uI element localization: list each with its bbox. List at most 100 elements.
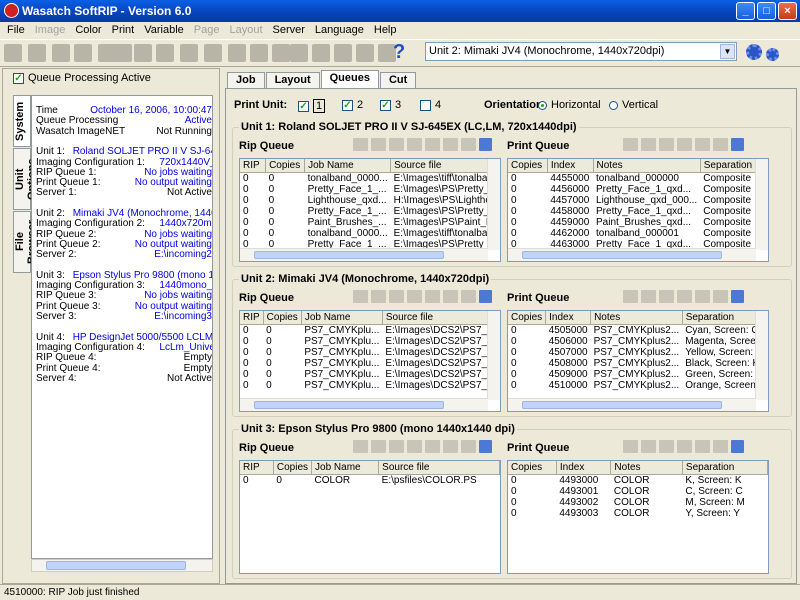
queue-tool-icon[interactable] [389,290,404,303]
queue-settings-icon[interactable] [479,440,492,453]
table-row[interactable]: 0 0 PS7_CMYKplu... E:\Images\DCS2\PS7_CMYKp [240,369,500,380]
vertical-scrollbar[interactable] [755,159,768,250]
queue-tool-icon[interactable] [407,138,422,151]
unit-select[interactable]: Unit 2: Mimaki JV4 (Monochrome, 1440x720… [425,42,737,61]
toolbar-icon-0[interactable] [4,44,22,62]
vtab-file-browser[interactable]: File Browser [13,211,38,273]
toolbar-icon-3[interactable] [74,44,92,62]
table-row[interactable]: 0 0 PS7_CMYKplu... E:\Images\DCS2\PS7_CMYKp [240,358,500,369]
print-queue-grid[interactable]: Copies Index Notes Separation 0 4455000 tonalb… [507,158,769,262]
rip-col-header[interactable]: RIP [240,461,274,475]
table-row[interactable]: 0 4462000 tonalband_000001 Composite [508,228,768,239]
toolbar-icon-9[interactable] [204,44,222,62]
scroll-thumb[interactable] [522,251,722,259]
toolbar-icon-13[interactable] [290,44,308,62]
queue-tool-icon[interactable] [425,440,440,453]
menu-item-server[interactable]: Server [268,22,310,39]
queue-tool-icon[interactable] [407,440,422,453]
menu-item-print[interactable]: Print [107,22,140,39]
table-row[interactable]: 0 0 COLOR E:\psfiles\COLOR.PS [240,475,500,487]
close-button[interactable]: × [778,2,797,20]
queue-tool-icon[interactable] [461,138,476,151]
queue-tool-icon[interactable] [695,138,710,151]
rip-col-header[interactable]: Job Name [311,461,380,475]
queue-tool-icon[interactable] [623,290,638,303]
queue-tool-icon[interactable] [371,440,386,453]
queue-processing-checkbox[interactable]: ✓ Queue Processing Active [13,72,151,84]
horizontal-scrollbar[interactable] [240,248,488,261]
tab-cut[interactable]: Cut [379,72,417,88]
toolbar-icon-12[interactable] [272,44,290,62]
help-icon[interactable]: ? [393,41,409,63]
rip-col-header[interactable]: Source file [378,461,500,475]
table-row[interactable]: 0 0 Pretty_Face_1_... E:\Images\PS\Pretty_ [240,184,500,195]
menu-item-color[interactable]: Color [70,22,106,39]
vertical-scrollbar[interactable] [755,311,768,400]
vtab-unit-options[interactable]: Unit Options [13,148,38,210]
queue-tool-icon[interactable] [371,138,386,151]
table-row[interactable]: 0 0 tonalband_0000... E:\Images\tiff\tonalb… [240,228,500,239]
print-col-header[interactable]: Index [545,311,592,325]
queue-tool-icon[interactable] [641,440,656,453]
checkbox-icon[interactable]: ✓ [13,72,24,84]
print-col-header[interactable]: Copies [508,311,547,325]
table-row[interactable]: 0 4493001 COLOR C, Screen: C [508,486,768,497]
minimize-button[interactable]: _ [736,2,755,20]
horizontal-scrollbar[interactable] [31,559,213,572]
table-row[interactable]: 0 4508000 PS7_CMYKplus2... Black, Screen: K [508,358,768,369]
horizontal-scrollbar[interactable] [508,248,756,261]
rip-col-header[interactable]: Job Name [304,159,392,173]
vertical-scrollbar[interactable] [487,159,500,250]
queue-tool-icon[interactable] [659,138,674,151]
print-col-header[interactable]: Copies [508,461,557,475]
tab-queues[interactable]: Queues [320,70,379,88]
queue-tool-icon[interactable] [677,440,692,453]
queue-settings-icon[interactable] [479,290,492,303]
queue-settings-icon[interactable] [731,440,744,453]
toolbar-icon-2[interactable] [52,44,70,62]
toolbar-icon-14[interactable] [312,44,330,62]
toolbar-icon-11[interactable] [250,44,268,62]
scroll-thumb[interactable] [254,251,444,259]
tab-layout[interactable]: Layout [265,72,320,88]
print-unit-1[interactable]: ✓ 1 [298,99,326,113]
print-col-header[interactable]: Notes [610,461,683,475]
queue-tool-icon[interactable] [695,440,710,453]
queue-tool-icon[interactable] [443,138,458,151]
queue-tool-icon[interactable] [461,290,476,303]
rip-col-header[interactable]: Source file [382,311,500,325]
queue-settings-icon[interactable] [731,138,744,151]
table-row[interactable]: 0 0 Paint_Brushes_... E:\Images\PS\Paint_E [240,217,500,228]
table-row[interactable]: 0 0 PS7_CMYKplu... E:\Images\DCS2\PS7_CMYKp [240,347,500,358]
print-unit-2[interactable]: ✓ 2 [342,99,363,111]
table-row[interactable]: 0 0 PS7_CMYKplu... E:\Images\DCS2\PS7_CMYKp [240,336,500,347]
orientation-horizontal[interactable]: Horizontal [538,99,601,111]
queue-tool-icon[interactable] [695,290,710,303]
queue-tool-icon[interactable] [407,290,422,303]
table-row[interactable]: 0 4506000 PS7_CMYKplus2... Magenta, Screen:… [508,336,768,347]
queue-tool-icon[interactable] [443,440,458,453]
queue-tool-icon[interactable] [623,138,638,151]
checkbox-icon[interactable]: ✓ [342,99,353,111]
table-row[interactable]: 0 4509000 PS7_CMYKplus2... Green, Screen: D [508,369,768,380]
table-row[interactable]: 0 0 Pretty_Face_1_... E:\Images\PS\Pretty_ [240,206,500,217]
orientation-vertical[interactable]: Vertical [609,99,658,111]
queue-tool-icon[interactable] [713,440,728,453]
scroll-thumb[interactable] [254,401,444,409]
table-row[interactable]: 0 4493002 COLOR M, Screen: M [508,497,768,508]
table-row[interactable]: 0 4455000 tonalband_000000 Composite [508,173,768,185]
rip-queue-grid[interactable]: RIP Copies Job Name Source file 0 0 PS7_CMYKpl… [239,310,501,412]
table-row[interactable]: 0 0 Lighthouse_qxd... H:\Images\PS\Lighthou [240,195,500,206]
queue-tool-icon[interactable] [425,290,440,303]
rip-col-header[interactable]: Copies [265,159,306,173]
toolbar-icon-5[interactable] [114,44,132,62]
tab-job[interactable]: Job [227,72,265,88]
queue-tool-icon[interactable] [713,138,728,151]
toolbar-icon-10[interactable] [228,44,246,62]
queue-tool-icon[interactable] [641,290,656,303]
horizontal-scrollbar[interactable] [508,398,756,411]
table-row[interactable]: 0 4458000 Pretty_Face_1_qxd... Composite [508,206,768,217]
queue-tool-icon[interactable] [425,138,440,151]
queue-tool-icon[interactable] [389,440,404,453]
toolbar-icon-15[interactable] [334,44,352,62]
